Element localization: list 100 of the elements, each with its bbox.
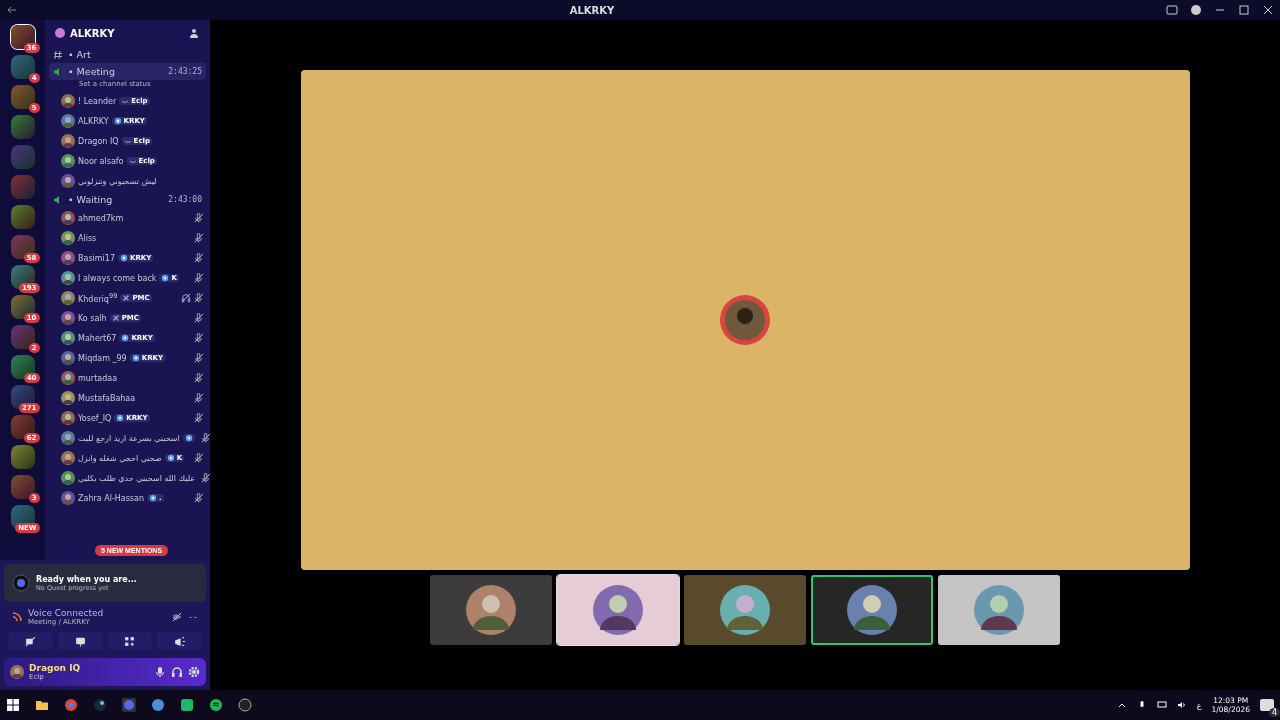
avatar (61, 271, 75, 285)
avatar (61, 291, 75, 305)
user-name[interactable]: Aliss (78, 233, 97, 243)
avatar (61, 331, 75, 345)
tag-icon (161, 274, 170, 282)
headphones-icon[interactable] (171, 666, 183, 678)
participant-tile[interactable] (684, 575, 806, 645)
server-name[interactable]: ALKRKY (70, 27, 115, 39)
activities-button[interactable] (107, 632, 153, 650)
browser-icon[interactable] (64, 698, 78, 712)
app-icon[interactable] (180, 698, 194, 712)
avatar (61, 411, 75, 425)
user-name[interactable]: MustafaBahaa (78, 393, 136, 403)
user-name[interactable]: ! Leander (78, 96, 117, 106)
server-icon[interactable] (10, 265, 35, 289)
help-icon[interactable] (1190, 4, 1202, 16)
network-icon[interactable] (1156, 700, 1167, 710)
user-name[interactable]: اسحبني بسرعة اريد ارجع للبث (78, 433, 180, 443)
soundboard-button[interactable] (157, 632, 202, 650)
user-name[interactable]: Yosef_IQ (78, 413, 112, 423)
avatar (61, 134, 75, 148)
server-icon[interactable] (10, 385, 35, 409)
quest-title: Ready when you are... (36, 574, 137, 584)
user-name[interactable]: I always come back (78, 273, 157, 283)
screen-icon (74, 635, 86, 647)
avatar (846, 584, 898, 636)
app-icon[interactable] (151, 698, 165, 712)
participant-tile[interactable] (938, 575, 1060, 645)
microphone-icon[interactable] (154, 666, 166, 678)
tag-icon (116, 414, 125, 422)
volume-icon[interactable] (1176, 700, 1187, 710)
music-app-icon[interactable] (209, 698, 223, 712)
participant-tile[interactable] (557, 575, 679, 645)
maximize-icon[interactable] (1238, 4, 1250, 16)
tag-icon (166, 454, 175, 462)
avatar (61, 114, 75, 128)
tag-icon (120, 254, 128, 262)
tag-icon (122, 294, 131, 302)
avatar (61, 371, 75, 385)
avatar (61, 231, 75, 245)
user-name[interactable]: ahmed7km (78, 213, 124, 223)
hash-icon (53, 49, 63, 60)
channel-item[interactable]: • Waiting 2:43:00 (49, 191, 206, 208)
channel-item[interactable]: • Art (49, 46, 206, 63)
start-icon[interactable] (6, 698, 20, 712)
user-name[interactable]: Mahert67 (78, 333, 117, 343)
tag-icon (131, 354, 140, 362)
avatar (61, 251, 75, 265)
voice-status: Voice Connected (28, 608, 105, 618)
quest-icon (12, 574, 30, 592)
close-icon[interactable] (1262, 4, 1274, 16)
noise-suppression-icon[interactable] (172, 612, 182, 622)
server-icon[interactable] (10, 295, 35, 319)
camera-button[interactable] (8, 632, 53, 650)
add-friend-icon[interactable] (190, 28, 200, 38)
back-icon[interactable] (6, 4, 18, 16)
user-name[interactable]: Dragon IQ (78, 136, 119, 146)
settings-icon[interactable] (188, 666, 200, 678)
server-icon[interactable] (10, 415, 35, 439)
participant-tile[interactable] (430, 575, 552, 645)
user-name[interactable]: murtadaa (78, 373, 118, 383)
avatar (61, 211, 75, 225)
participant-tile[interactable] (811, 575, 933, 645)
signal-icon (12, 612, 22, 622)
server-icon[interactable] (10, 25, 35, 49)
user-name[interactable]: Miqdam _99 (78, 353, 127, 363)
tag-icon (113, 117, 122, 125)
tag-icon (149, 494, 157, 502)
user-name[interactable]: ALKRKY (78, 116, 109, 126)
inbox-icon[interactable] (1166, 4, 1178, 16)
user-name[interactable]: Basimi17 (78, 253, 115, 263)
user-name[interactable]: Khderiq$^{99}$ (78, 292, 118, 304)
user-name[interactable]: ليش تسحبوني وتنزلوني (78, 176, 157, 186)
server-icon[interactable] (10, 235, 35, 259)
avatar (61, 471, 75, 485)
server-icon[interactable] (10, 355, 35, 379)
notification-count: 4 (1268, 708, 1280, 717)
channel-item[interactable]: • Meeting 2:43:25 (49, 63, 206, 80)
avatar (61, 311, 75, 325)
language-indicator[interactable]: ع (1196, 700, 1202, 710)
user-name[interactable]: Dragon IQ (29, 663, 149, 673)
folder-icon[interactable] (35, 698, 49, 712)
steam-icon[interactable] (93, 698, 107, 712)
server-icon[interactable] (10, 505, 35, 529)
user-name[interactable]: عليك الله اسحبني حدي طلب بكلبي (78, 473, 196, 483)
user-name[interactable]: Zahra Al-Hassan (78, 493, 144, 503)
chat-app-icon[interactable] (122, 698, 136, 712)
user-name[interactable]: Ko salh (78, 313, 107, 323)
tag-icon (111, 314, 120, 322)
user-name[interactable]: صحني احجي شغله وانزل (78, 453, 162, 463)
apps-icon (124, 635, 136, 647)
user-name[interactable]: Noor alsafo (78, 156, 124, 166)
call-timer: 2:43:25 (168, 67, 202, 76)
screen-share-button[interactable] (57, 632, 103, 650)
window-title: ALKRKY (569, 4, 615, 16)
avatar (592, 584, 644, 636)
app-icon[interactable] (238, 698, 252, 712)
notifications-button[interactable] (1260, 699, 1274, 711)
avatar (61, 451, 75, 465)
avatar (719, 584, 771, 636)
